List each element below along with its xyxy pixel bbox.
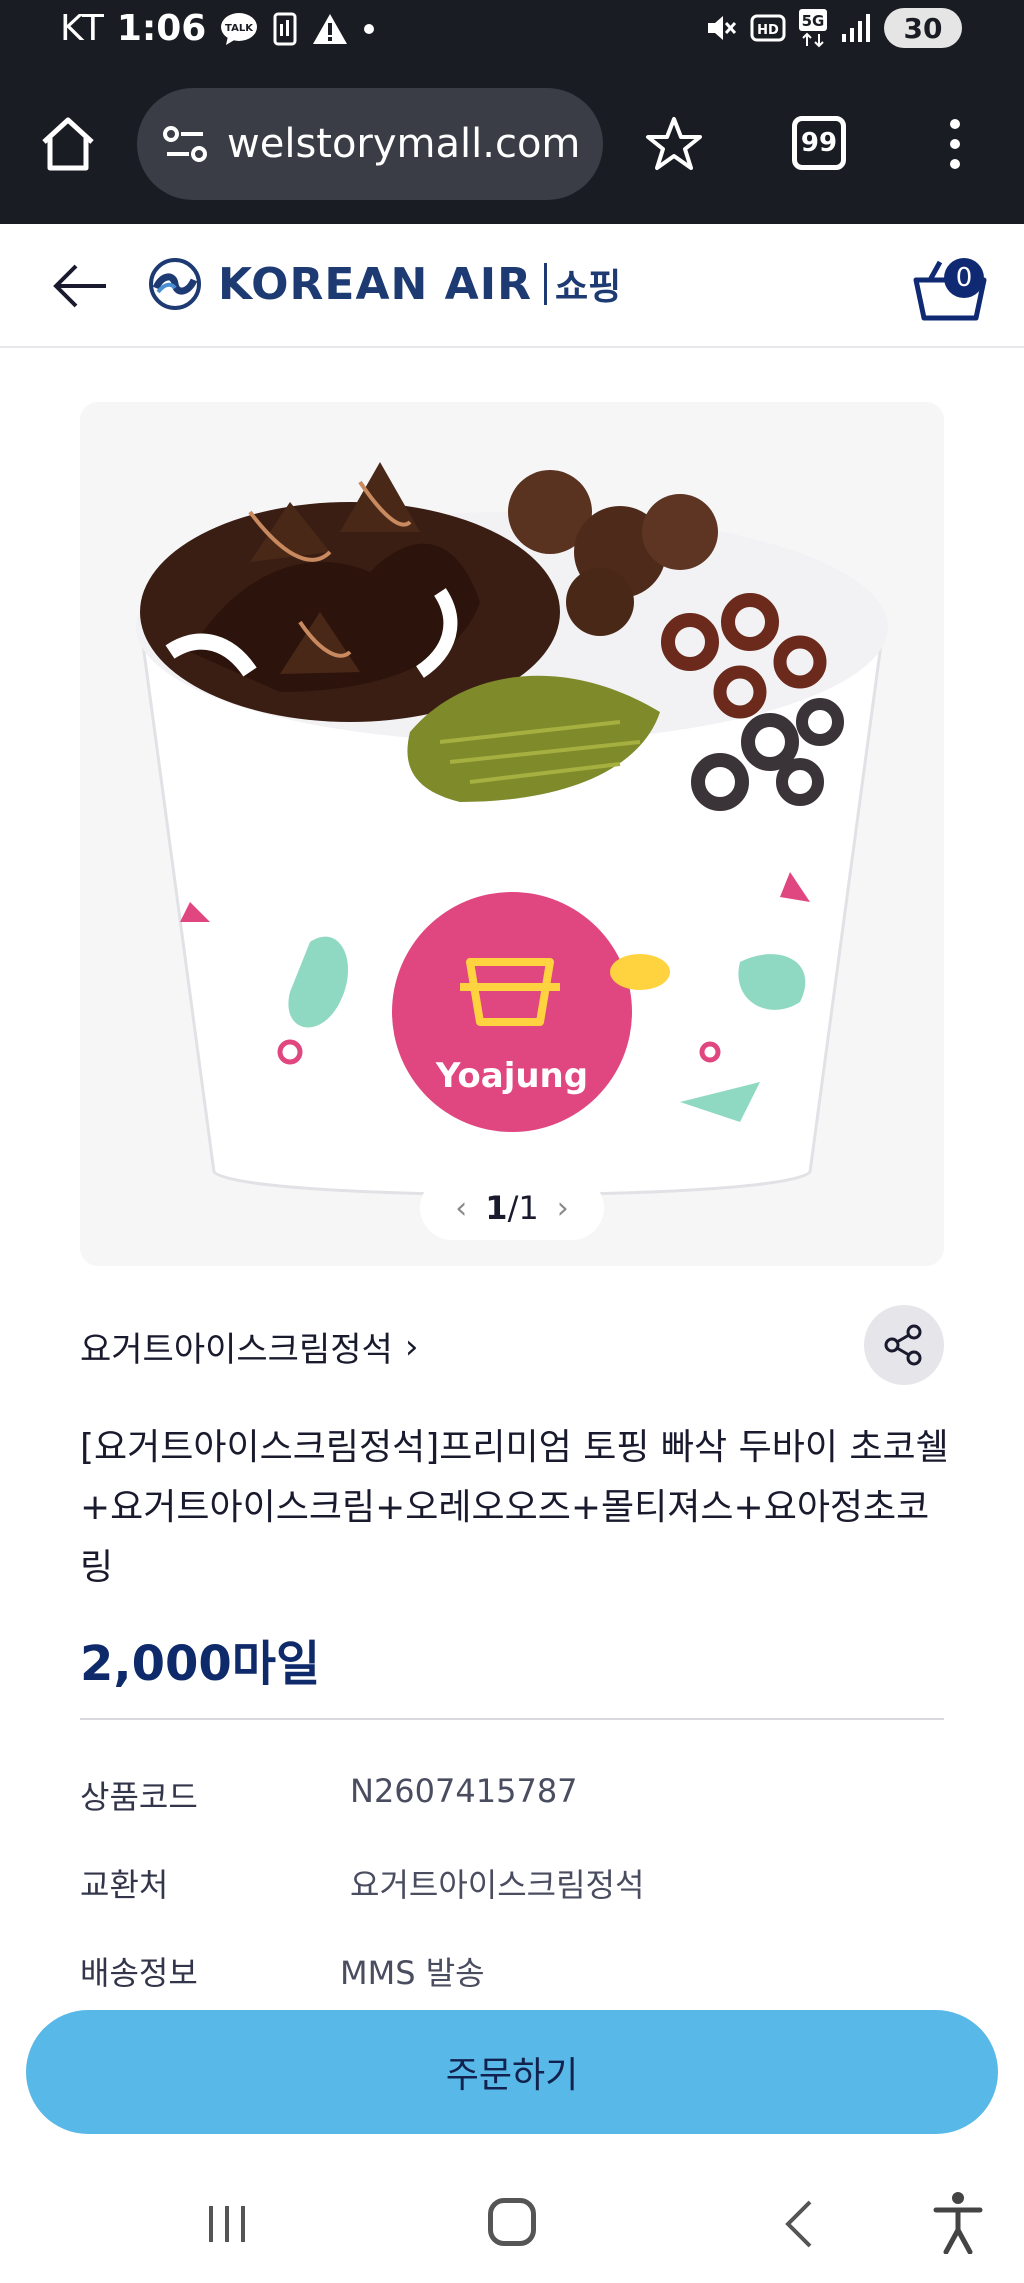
tab-switcher-button[interactable]: 99: [792, 116, 846, 170]
site-settings-icon[interactable]: [159, 118, 211, 170]
signal-icon: [842, 14, 870, 42]
image-pager: ‹ 1/1 ›: [420, 1176, 604, 1240]
home-nav-icon[interactable]: [488, 2198, 536, 2246]
status-left: KT 1:06 TALK: [60, 8, 376, 49]
app-header: KOREAN AIR 쇼핑 0: [0, 224, 1024, 348]
cart-count-badge: 0: [944, 258, 984, 298]
battery-level: 30: [903, 11, 943, 45]
url-text[interactable]: welstorymall.com: [227, 121, 580, 167]
back-arrow-icon[interactable]: [50, 258, 110, 314]
status-bar: KT 1:06 TALK HD 5G 30: [0, 0, 1024, 64]
home-icon[interactable]: [36, 112, 100, 176]
warning-icon: [313, 13, 348, 44]
share-icon: [884, 1324, 922, 1366]
clock: 1:06: [116, 8, 207, 49]
info-value: 요거트아이스크림정석: [350, 1866, 645, 1904]
carrier-label: KT: [60, 8, 105, 49]
hd-icon: HD: [750, 14, 786, 42]
info-key: 교환처: [80, 1866, 169, 1904]
back-nav-icon[interactable]: [780, 2198, 820, 2250]
logo-divider: [543, 263, 547, 305]
pager-separator: /: [507, 1189, 519, 1227]
product-title: [요거트아이스크림정석]프리미엄 토핑 빠삭 두바이 초코쉘+요거트아이스크림+…: [80, 1427, 949, 1588]
svg-text:5G: 5G: [802, 12, 825, 30]
talk-icon: TALK: [221, 12, 258, 45]
sim-icon: [273, 12, 297, 45]
korean-air-logo-icon: [149, 258, 201, 310]
dot-icon: [364, 23, 375, 34]
pager-prev-button[interactable]: ‹: [455, 1191, 467, 1226]
divider: [80, 1718, 944, 1720]
status-right: HD 5G 30: [704, 8, 962, 48]
pager-current: 1: [485, 1189, 508, 1227]
info-key: 배송정보: [80, 1954, 198, 1992]
more-menu-icon[interactable]: [940, 114, 970, 174]
recent-apps-icon[interactable]: [205, 2202, 249, 2246]
product-image[interactable]: Yoajung: [80, 402, 944, 1266]
mute-icon: [708, 16, 737, 40]
tab-count: 99: [800, 128, 838, 158]
accessibility-icon[interactable]: [930, 2190, 986, 2254]
cup-brand-text: Yoajung: [435, 1056, 588, 1096]
bookmark-star-icon[interactable]: [644, 114, 704, 174]
product-price: 2,000마일: [80, 1636, 321, 1692]
category-label: 요거트아이스크림정석: [80, 1330, 393, 1370]
brand-name: KOREAN AIR: [218, 258, 532, 310]
svg-text:TALK: TALK: [225, 23, 254, 34]
address-bar[interactable]: welstorymall.com: [137, 88, 603, 200]
browser-toolbar: welstorymall.com 99: [0, 64, 1024, 224]
brand-section: 쇼핑: [554, 267, 622, 308]
brand-logo[interactable]: KOREAN AIR 쇼핑: [148, 254, 621, 314]
system-nav-bar: [0, 2160, 1024, 2283]
svg-text:HD: HD: [757, 23, 779, 38]
share-button[interactable]: [864, 1305, 944, 1385]
cart-count: 0: [955, 263, 973, 293]
info-value: N2607415787: [350, 1772, 578, 1810]
chevron-right-icon: ›: [404, 1326, 419, 1367]
order-button[interactable]: 주문하기: [26, 2010, 998, 2134]
product-photo: Yoajung: [136, 462, 888, 1196]
info-key: 상품코드: [80, 1778, 198, 1816]
battery-indicator: 30: [884, 8, 962, 48]
category-link[interactable]: 요거트아이스크림정석 ›: [80, 1322, 418, 1371]
pager-total: 1: [518, 1189, 539, 1227]
pager-next-button[interactable]: ›: [557, 1191, 569, 1226]
info-value: MMS 발송: [340, 1954, 485, 1992]
5g-icon: 5G: [799, 9, 827, 48]
